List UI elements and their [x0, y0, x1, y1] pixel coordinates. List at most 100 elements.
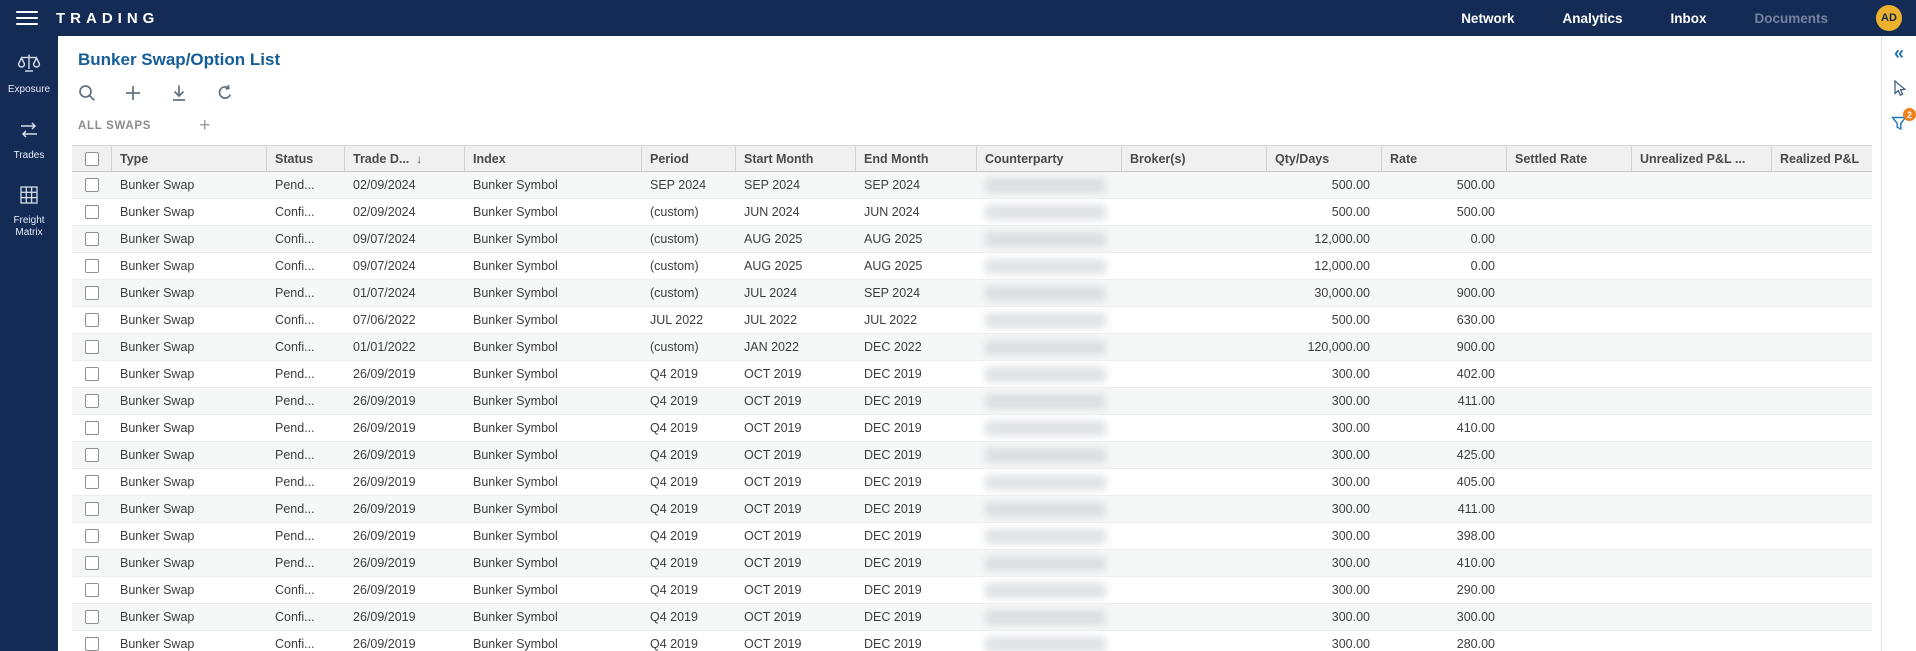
menu-icon[interactable] [16, 7, 38, 29]
table-row[interactable]: Bunker Swap Pend... 01/07/2024 Bunker Sy… [72, 280, 1872, 307]
cell-brokers [1122, 631, 1267, 651]
cell-start-month: AUG 2025 [736, 253, 856, 279]
row-checkbox[interactable] [85, 448, 99, 462]
table-row[interactable]: Bunker Swap Pend... 26/09/2019 Bunker Sy… [72, 442, 1872, 469]
cell-trade-date: 26/09/2019 [345, 415, 465, 441]
row-checkbox[interactable] [85, 475, 99, 489]
cell-status: Pend... [267, 172, 345, 198]
cell-unrealized-pl [1632, 280, 1772, 306]
column-header-period[interactable]: Period [642, 146, 736, 171]
reset-icon[interactable] [214, 82, 236, 104]
row-checkbox[interactable] [85, 232, 99, 246]
cell-realized-pl [1772, 361, 1872, 387]
filter-icon[interactable]: 2 [1890, 114, 1908, 132]
column-header-index[interactable]: Index [465, 146, 642, 171]
cell-qty-days: 300.00 [1267, 523, 1382, 549]
cell-end-month: DEC 2019 [856, 469, 977, 495]
cell-realized-pl [1772, 496, 1872, 522]
cell-start-month: AUG 2025 [736, 226, 856, 252]
row-checkbox[interactable] [85, 313, 99, 327]
row-checkbox[interactable] [85, 583, 99, 597]
column-header-type[interactable]: Type [112, 146, 267, 171]
row-checkbox[interactable] [85, 610, 99, 624]
filter-count-badge: 2 [1903, 108, 1916, 121]
cell-settled-rate [1507, 442, 1632, 468]
row-checkbox[interactable] [85, 394, 99, 408]
add-view-icon[interactable]: + [199, 116, 210, 135]
table-row[interactable]: Bunker Swap Confi... 26/09/2019 Bunker S… [72, 604, 1872, 631]
cell-qty-days: 300.00 [1267, 442, 1382, 468]
sidebar-item-trades[interactable]: Trades [0, 120, 58, 162]
row-checkbox[interactable] [85, 340, 99, 354]
row-checkbox[interactable] [85, 205, 99, 219]
table-row[interactable]: Bunker Swap Confi... 07/06/2022 Bunker S… [72, 307, 1872, 334]
cell-counterparty [977, 442, 1122, 468]
table-row[interactable]: Bunker Swap Confi... 26/09/2019 Bunker S… [72, 577, 1872, 604]
cell-rate: 500.00 [1382, 199, 1507, 225]
cell-qty-days: 120,000.00 [1267, 334, 1382, 360]
select-all-checkbox[interactable] [85, 152, 99, 166]
column-header-trade-date[interactable]: Trade D... ↓ [345, 146, 465, 171]
row-checkbox[interactable] [85, 502, 99, 516]
user-avatar[interactable]: AD [1876, 5, 1902, 31]
table-row[interactable]: Bunker Swap Confi... 26/09/2019 Bunker S… [72, 631, 1872, 651]
table-row[interactable]: Bunker Swap Pend... 26/09/2019 Bunker Sy… [72, 550, 1872, 577]
column-header-rate[interactable]: Rate [1382, 146, 1507, 171]
tab-all-swaps[interactable]: ALL SWAPS [78, 120, 151, 132]
cell-trade-date: 07/06/2022 [345, 307, 465, 333]
cell-rate: 405.00 [1382, 469, 1507, 495]
column-header-status[interactable]: Status [267, 146, 345, 171]
redacted-counterparty [985, 475, 1106, 490]
row-checkbox[interactable] [85, 637, 99, 651]
collapse-panel-icon[interactable]: « [1894, 44, 1904, 62]
nav-inbox[interactable]: Inbox [1670, 11, 1706, 26]
pointer-tool-icon[interactable] [1890, 79, 1908, 97]
column-header-end-month[interactable]: End Month [856, 146, 977, 171]
cell-settled-rate [1507, 550, 1632, 576]
sidebar-item-exposure[interactable]: Exposure [0, 52, 58, 96]
table-row[interactable]: Bunker Swap Pend... 26/09/2019 Bunker Sy… [72, 469, 1872, 496]
row-checkbox[interactable] [85, 529, 99, 543]
nav-documents[interactable]: Documents [1754, 11, 1828, 26]
table-row[interactable]: Bunker Swap Pend... 02/09/2024 Bunker Sy… [72, 172, 1872, 199]
redacted-counterparty [985, 313, 1106, 328]
table-row[interactable]: Bunker Swap Pend... 26/09/2019 Bunker Sy… [72, 415, 1872, 442]
row-checkbox[interactable] [85, 367, 99, 381]
column-header-qty-days[interactable]: Qty/Days [1267, 146, 1382, 171]
cell-end-month: DEC 2019 [856, 415, 977, 441]
column-header-start-month[interactable]: Start Month [736, 146, 856, 171]
nav-analytics[interactable]: Analytics [1562, 11, 1622, 26]
cell-rate: 290.00 [1382, 577, 1507, 603]
nav-network[interactable]: Network [1461, 11, 1514, 26]
cell-realized-pl [1772, 469, 1872, 495]
table-row[interactable]: Bunker Swap Confi... 09/07/2024 Bunker S… [72, 226, 1872, 253]
table-row[interactable]: Bunker Swap Confi... 02/09/2024 Bunker S… [72, 199, 1872, 226]
cell-start-month: OCT 2019 [736, 496, 856, 522]
cell-unrealized-pl [1632, 253, 1772, 279]
column-header-counterparty[interactable]: Counterparty [977, 146, 1122, 171]
download-icon[interactable] [168, 82, 190, 104]
row-checkbox[interactable] [85, 421, 99, 435]
column-header-unrealized-pl[interactable]: Unrealized P&L ... [1632, 146, 1772, 171]
row-checkbox[interactable] [85, 259, 99, 273]
row-checkbox[interactable] [85, 178, 99, 192]
table-row[interactable]: Bunker Swap Confi... 09/07/2024 Bunker S… [72, 253, 1872, 280]
add-icon[interactable] [122, 82, 144, 104]
cell-type: Bunker Swap [112, 334, 267, 360]
column-header-brokers[interactable]: Broker(s) [1122, 146, 1267, 171]
sidebar-item-freight-matrix[interactable]: Freight Matrix [0, 185, 58, 238]
table-row[interactable]: Bunker Swap Confi... 01/01/2022 Bunker S… [72, 334, 1872, 361]
search-icon[interactable] [76, 82, 98, 104]
table-row[interactable]: Bunker Swap Pend... 26/09/2019 Bunker Sy… [72, 388, 1872, 415]
row-checkbox[interactable] [85, 286, 99, 300]
row-checkbox[interactable] [85, 556, 99, 570]
column-header-realized-pl[interactable]: Realized P&L [1772, 146, 1872, 171]
cell-brokers [1122, 307, 1267, 333]
cell-start-month: OCT 2019 [736, 604, 856, 630]
column-header-settled-rate[interactable]: Settled Rate [1507, 146, 1632, 171]
table-row[interactable]: Bunker Swap Pend... 26/09/2019 Bunker Sy… [72, 523, 1872, 550]
table-row[interactable]: Bunker Swap Pend... 26/09/2019 Bunker Sy… [72, 361, 1872, 388]
cell-status: Confi... [267, 199, 345, 225]
cell-index: Bunker Symbol [465, 550, 642, 576]
table-row[interactable]: Bunker Swap Pend... 26/09/2019 Bunker Sy… [72, 496, 1872, 523]
